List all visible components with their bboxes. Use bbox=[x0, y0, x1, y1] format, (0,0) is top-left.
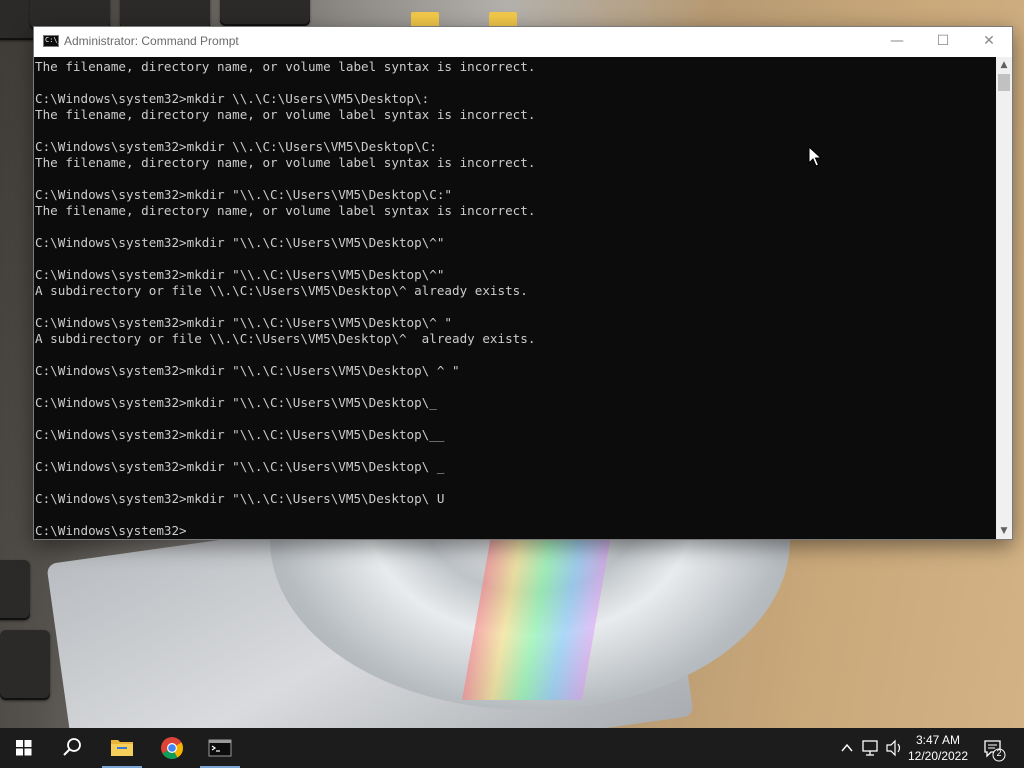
console-line: C:\Windows\system32>mkdir "\\.\C:\Users\… bbox=[35, 395, 437, 410]
console-line: A subdirectory or file \\.\C:\Users\VM5\… bbox=[35, 331, 536, 346]
notification-count-badge: 2 bbox=[996, 748, 1002, 758]
scrollbar-thumb[interactable] bbox=[998, 74, 1010, 91]
console-line: C:\Windows\system32> bbox=[35, 523, 187, 538]
wallpaper-key bbox=[0, 630, 50, 700]
show-hidden-icons-chevron-icon[interactable] bbox=[838, 728, 856, 768]
console-line: C:\Windows\system32>mkdir "\\.\C:\Users\… bbox=[35, 267, 445, 282]
command-prompt-icon[interactable] bbox=[196, 728, 244, 768]
command-prompt-window[interactable]: C:\_ Administrator: Command Prompt — ☐ ✕… bbox=[33, 26, 1013, 540]
console-line: C:\Windows\system32>mkdir "\\.\C:\Users\… bbox=[35, 427, 445, 442]
volume-icon[interactable] bbox=[884, 728, 904, 768]
scroll-down-arrow-icon[interactable]: ▼ bbox=[996, 523, 1012, 539]
scroll-up-arrow-icon[interactable]: ▲ bbox=[996, 57, 1012, 73]
chrome-icon[interactable] bbox=[148, 728, 196, 768]
minimize-button[interactable]: — bbox=[874, 27, 920, 57]
file-explorer-icon[interactable] bbox=[98, 728, 146, 768]
clock-date: 12/20/2022 bbox=[907, 749, 969, 763]
wallpaper-key bbox=[0, 560, 30, 620]
command-prompt-title-icon: C:\_ bbox=[43, 35, 62, 47]
console-output[interactable]: The filename, directory name, or volume … bbox=[34, 57, 996, 539]
maximize-button[interactable]: ☐ bbox=[920, 27, 966, 57]
console-line: A subdirectory or file \\.\C:\Users\VM5\… bbox=[35, 283, 528, 298]
wallpaper-key bbox=[220, 0, 310, 26]
console-line: The filename, directory name, or volume … bbox=[35, 107, 536, 122]
console-line: C:\Windows\system32>mkdir "\\.\C:\Users\… bbox=[35, 491, 445, 506]
console-line: C:\Windows\system32>mkdir \\.\C:\Users\V… bbox=[35, 139, 437, 154]
console-line: The filename, directory name, or volume … bbox=[35, 155, 536, 170]
console-line: The filename, directory name, or volume … bbox=[35, 59, 536, 74]
windows-start-icon[interactable] bbox=[0, 728, 48, 768]
window-title: Administrator: Command Prompt bbox=[64, 34, 239, 48]
console-text: The filename, directory name, or volume … bbox=[34, 57, 996, 539]
console-line: C:\Windows\system32>mkdir "\\.\C:\Users\… bbox=[35, 315, 453, 330]
title-bar[interactable]: C:\_ Administrator: Command Prompt — ☐ ✕ bbox=[34, 27, 1012, 57]
console-line: C:\Windows\system32>mkdir "\\.\C:\Users\… bbox=[35, 235, 445, 250]
console-line: The filename, directory name, or volume … bbox=[35, 203, 536, 218]
close-button[interactable]: ✕ bbox=[966, 27, 1012, 57]
console-line: C:\Windows\system32>mkdir \\.\C:\Users\V… bbox=[35, 91, 430, 106]
console-line: C:\Windows\system32>mkdir "\\.\C:\Users\… bbox=[35, 187, 453, 202]
clock-time: 3:47 AM bbox=[915, 733, 961, 747]
console-line: C:\Windows\system32>mkdir "\\.\C:\Users\… bbox=[35, 363, 460, 378]
search-icon[interactable] bbox=[48, 728, 96, 768]
console-line: C:\Windows\system32>mkdir "\\.\C:\Users\… bbox=[35, 459, 445, 474]
mouse-pointer-icon bbox=[808, 145, 823, 172]
action-center-icon[interactable]: 2 bbox=[980, 728, 1010, 768]
taskbar-clock[interactable]: 3:47 AM 12/20/2022 bbox=[902, 732, 974, 764]
network-icon[interactable] bbox=[860, 728, 882, 768]
vertical-scrollbar[interactable]: ▲ ▼ bbox=[996, 57, 1012, 539]
taskbar: 3:47 AM 12/20/2022 2 bbox=[0, 728, 1024, 768]
